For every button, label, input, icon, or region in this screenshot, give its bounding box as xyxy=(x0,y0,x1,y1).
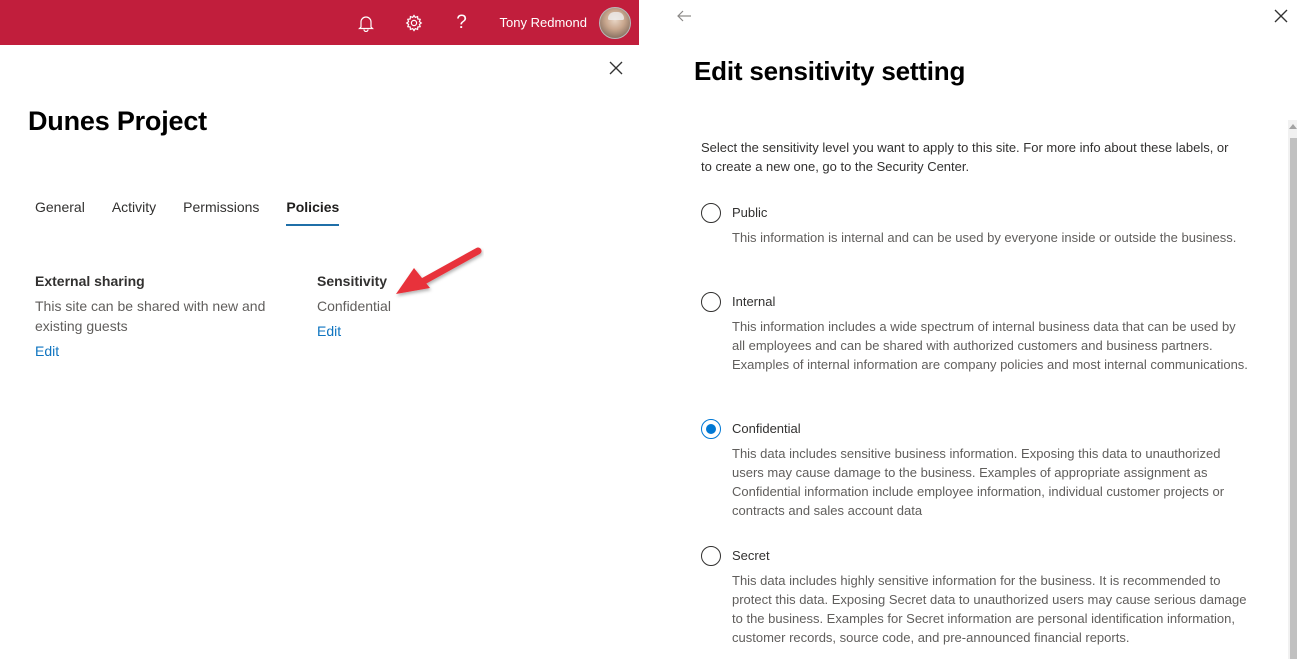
option-description: This data includes highly sensitive info… xyxy=(732,573,1247,645)
close-edit-panel-button[interactable] xyxy=(1273,8,1289,24)
help-button[interactable]: ? xyxy=(438,0,486,45)
notifications-button[interactable] xyxy=(342,0,390,45)
suite-header-bar: ? Tony Redmond xyxy=(0,0,639,45)
tab-permissions[interactable]: Permissions xyxy=(183,199,259,224)
back-button[interactable] xyxy=(676,7,694,25)
external-sharing-heading: External sharing xyxy=(35,273,145,289)
tab-policies[interactable]: Policies xyxy=(286,199,339,226)
option-label[interactable]: Internal xyxy=(732,294,775,309)
tab-general[interactable]: General xyxy=(35,199,85,224)
scroll-up-arrow-icon[interactable] xyxy=(1289,124,1297,129)
radio-public[interactable] xyxy=(701,203,721,223)
external-sharing-value: This site can be shared with new and exi… xyxy=(35,298,266,334)
option-description: This data includes sensitive business in… xyxy=(732,446,1225,518)
option-label[interactable]: Secret xyxy=(732,548,770,563)
tab-activity[interactable]: Activity xyxy=(112,199,156,224)
option-description: This information is internal and can be … xyxy=(732,230,1237,245)
external-sharing-section: External sharing This site can be shared… xyxy=(35,271,275,361)
site-title: Dunes Project xyxy=(28,106,207,136)
sensitivity-edit-link[interactable]: Edit xyxy=(317,321,341,341)
site-tabs: General Activity Permissions Policies xyxy=(35,199,366,226)
user-avatar[interactable] xyxy=(599,6,631,39)
gear-icon xyxy=(405,13,423,32)
option-description: This information includes a wide spectru… xyxy=(732,319,1248,372)
settings-button[interactable] xyxy=(390,0,438,45)
option-label[interactable]: Public xyxy=(732,205,767,220)
radio-secret[interactable] xyxy=(701,546,721,566)
sensitivity-value: Confidential xyxy=(317,298,391,314)
close-icon xyxy=(1273,9,1289,28)
panel-title: Edit sensitivity setting xyxy=(694,56,966,86)
bell-icon xyxy=(357,14,374,32)
user-name[interactable]: Tony Redmond xyxy=(500,15,587,30)
external-sharing-edit-link[interactable]: Edit xyxy=(35,341,59,361)
arrow-left-icon xyxy=(676,10,694,29)
panel-scroll-area: Select the sensitivity level you want to… xyxy=(639,120,1297,659)
close-icon xyxy=(606,61,626,82)
help-icon: ? xyxy=(456,11,467,33)
site-info-panel: ? Tony Redmond Dunes Project General Act… xyxy=(0,0,639,659)
radio-internal[interactable] xyxy=(701,292,721,312)
sensitivity-section: Sensitivity Confidential Edit xyxy=(317,271,467,341)
radio-confidential[interactable] xyxy=(701,419,721,439)
scrollbar-thumb[interactable] xyxy=(1290,138,1297,659)
intro-text: Select the sensitivity level you want to… xyxy=(701,140,1229,174)
vertical-scrollbar[interactable] xyxy=(1288,120,1297,659)
sensitivity-heading: Sensitivity xyxy=(317,273,388,289)
close-site-panel-button[interactable] xyxy=(606,58,626,78)
edit-sensitivity-panel: Edit sensitivity setting Select the sens… xyxy=(639,0,1297,659)
option-label[interactable]: Confidential xyxy=(732,421,801,436)
